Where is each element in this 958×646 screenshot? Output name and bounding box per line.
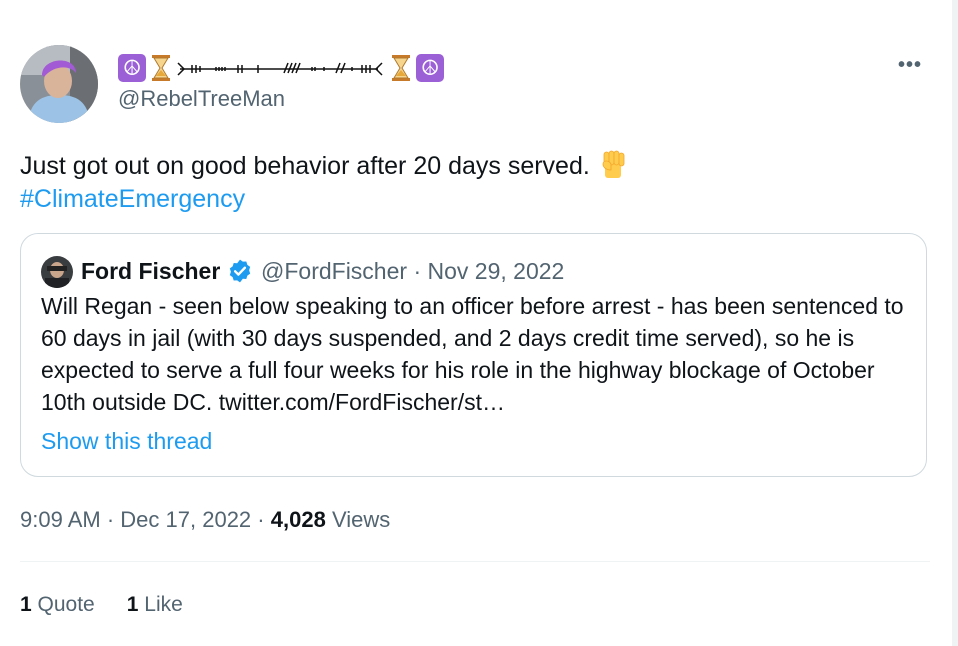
- tweet-body: Just got out on good behavior after 20 d…: [20, 152, 590, 180]
- likes-count: 1: [126, 593, 139, 616]
- quotes-label: Quote: [37, 593, 95, 616]
- peace-symbol-icon: ☮: [118, 54, 146, 82]
- meta-separator: ·: [413, 258, 422, 284]
- divider: [20, 561, 930, 562]
- quoted-tweet-date[interactable]: Nov 29, 2022: [428, 258, 565, 284]
- author-display-name[interactable]: ☮ ☮: [118, 53, 444, 83]
- hourglass-icon: [150, 54, 172, 82]
- page-edge-border: [952, 0, 958, 646]
- meta-separator: ·: [106, 507, 115, 532]
- quoted-tweet-text: Will Regan - seen below speaking to an o…: [41, 293, 904, 415]
- likes-stat[interactable]: 1 Like: [127, 590, 183, 620]
- quoted-author-name[interactable]: Ford Fischer: [81, 256, 220, 286]
- quoted-tweet-card[interactable]: Ford Fischer @FordFischer · Nov 29, 2022…: [20, 233, 927, 477]
- quotes-count: 1: [20, 593, 32, 616]
- quoted-author-avatar[interactable]: [41, 256, 73, 288]
- quoted-author-handle[interactable]: @FordFischer: [261, 258, 407, 284]
- author-handle[interactable]: @RebelTreeMan: [118, 86, 285, 112]
- tweet-date[interactable]: Dec 17, 2022: [120, 507, 251, 532]
- meta-separator: ·: [257, 507, 265, 532]
- more-options-icon[interactable]: •••: [898, 54, 922, 77]
- author-avatar[interactable]: [20, 45, 98, 123]
- tweet-time[interactable]: 9:09 AM: [20, 507, 101, 532]
- engagement-stats: 1 Quote 1 Like: [20, 590, 183, 620]
- views-count: 4,028: [270, 507, 326, 532]
- arrow-art-icon: [176, 55, 386, 81]
- quoted-tweet-meta: @FordFischer · Nov 29, 2022: [261, 256, 564, 286]
- tweet-meta: 9:09 AM · Dec 17, 2022 · 4,028 Views: [20, 505, 390, 535]
- raised-fist-icon: [597, 148, 629, 180]
- tweet-text: Just got out on good behavior after 20 d…: [20, 148, 900, 216]
- quotes-stat[interactable]: 1 Quote: [20, 590, 95, 620]
- show-thread-link[interactable]: Show this thread: [41, 426, 212, 456]
- hashtag-link[interactable]: #ClimateEmergency: [20, 185, 245, 213]
- likes-label: Like: [144, 593, 183, 616]
- peace-symbol-icon: ☮: [416, 54, 444, 82]
- views-label: Views: [331, 507, 391, 532]
- verified-badge-icon: [227, 258, 253, 284]
- hourglass-icon: [390, 54, 412, 82]
